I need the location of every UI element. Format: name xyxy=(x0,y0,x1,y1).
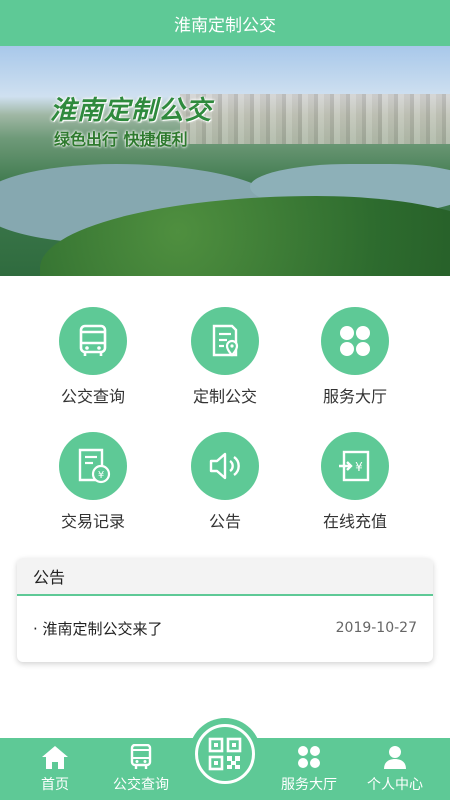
notice-card: 公告 · 淮南定制公交来了 2019-10-27 xyxy=(17,558,433,662)
feature-label: 在线充值 xyxy=(322,512,387,531)
feature-transactions[interactable]: ¥ 交易记录 xyxy=(18,432,168,532)
feature-recharge[interactable]: ¥ 在线充值 xyxy=(280,432,430,532)
tab-label: 公交查询 xyxy=(113,777,169,793)
person-icon xyxy=(384,746,406,769)
svg-text:¥: ¥ xyxy=(355,460,363,474)
tab-label: 首页 xyxy=(41,777,69,793)
tab-home[interactable]: 首页 xyxy=(10,738,100,800)
notice-item[interactable]: · 淮南定制公交来了 2019-10-27 xyxy=(17,596,433,660)
notice-item-date: 2019-10-27 xyxy=(335,620,417,636)
tab-label: 服务大厅 xyxy=(281,777,337,793)
feature-label: 交易记录 xyxy=(60,512,125,531)
feature-label: 公交查询 xyxy=(60,387,125,406)
app-header: 淮南定制公交 xyxy=(0,0,450,46)
feature-service-hall[interactable]: 服务大厅 xyxy=(280,307,430,407)
tab-bus-query[interactable]: 公交查询 xyxy=(96,738,186,800)
tab-service-hall[interactable]: 服务大厅 xyxy=(264,738,354,800)
banner-slogan: 绿色出行 快捷便利 xyxy=(54,130,188,149)
notice-item-title: 淮南定制公交来了 xyxy=(42,619,163,638)
scan-qr-button[interactable] xyxy=(189,718,261,800)
feature-announcement[interactable]: 公告 xyxy=(150,432,300,532)
four-dots-icon xyxy=(298,746,320,768)
speaker-icon xyxy=(191,432,259,500)
feature-label: 公告 xyxy=(208,512,241,531)
feature-label: 定制公交 xyxy=(192,387,257,406)
tab-label: 个人中心 xyxy=(367,777,423,793)
bus-icon xyxy=(59,307,127,375)
recharge-yuan-icon: ¥ xyxy=(321,432,389,500)
four-dots-icon xyxy=(321,307,389,375)
banner-city xyxy=(180,94,450,144)
svg-text:¥: ¥ xyxy=(98,470,104,481)
receipt-yuan-icon: ¥ xyxy=(59,432,127,500)
home-icon xyxy=(42,746,68,769)
banner-carousel[interactable]: 淮南定制公交 绿色出行 快捷便利 xyxy=(0,46,450,276)
banner-title: 淮南定制公交 xyxy=(50,96,213,126)
feature-label: 服务大厅 xyxy=(322,387,387,406)
document-location-icon xyxy=(191,307,259,375)
page-title: 淮南定制公交 xyxy=(174,15,276,36)
qr-code-icon xyxy=(208,737,242,771)
feature-bus-query[interactable]: 公交查询 xyxy=(18,307,168,407)
bus-icon xyxy=(130,744,152,769)
notice-heading: 公告 xyxy=(17,558,433,596)
feature-custom-bus[interactable]: 定制公交 xyxy=(150,307,300,407)
tab-profile[interactable]: 个人中心 xyxy=(350,738,440,800)
